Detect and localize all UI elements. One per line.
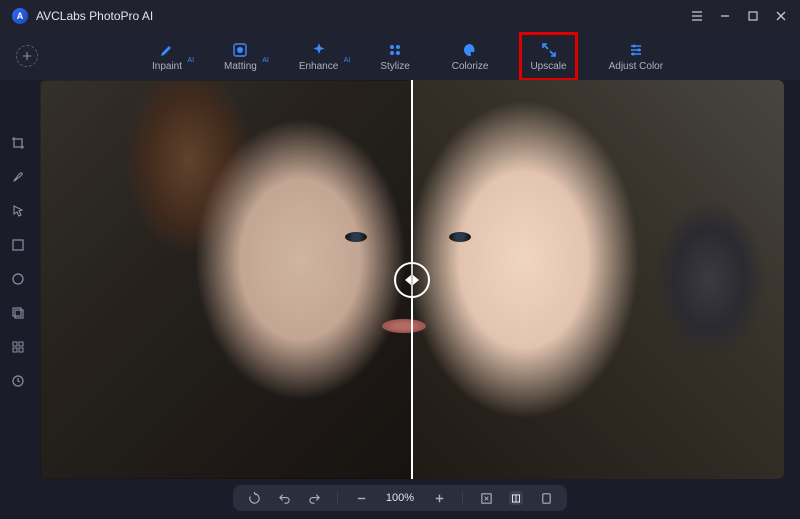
tool-matting[interactable]: MattingAI <box>218 37 263 76</box>
tool-group: InpaintAI MattingAI EnhanceAI Stylize Co… <box>146 37 669 76</box>
tool-colorize[interactable]: Colorize <box>446 37 495 76</box>
app-title: AVCLabs PhotoPro AI <box>36 9 153 23</box>
adjust-icon <box>627 41 645 59</box>
ai-badge: AI <box>262 57 269 64</box>
ellipse-select-tool[interactable] <box>10 271 26 287</box>
single-view-button[interactable] <box>539 491 553 505</box>
ai-badge: AI <box>187 57 194 64</box>
zoom-out-button[interactable] <box>354 491 368 505</box>
after-image <box>412 80 784 479</box>
before-image <box>40 80 412 479</box>
ai-badge: AI <box>344 57 351 64</box>
tool-label: Stylize <box>380 61 409 72</box>
work-area: 100% <box>0 80 800 519</box>
left-sidebar <box>4 135 32 389</box>
inpaint-icon <box>158 41 176 59</box>
arrow-right-icon <box>413 275 419 285</box>
tool-text: Enhance <box>299 61 338 72</box>
maximize-icon <box>747 10 759 22</box>
maximize-button[interactable] <box>746 9 760 23</box>
window-controls <box>690 9 788 23</box>
tool-adjust-color[interactable]: Adjust Color <box>603 37 669 76</box>
stylize-icon <box>386 41 404 59</box>
history-tool[interactable] <box>10 373 26 389</box>
main-toolbar: InpaintAI MattingAI EnhanceAI Stylize Co… <box>0 32 800 80</box>
tool-label: InpaintAI <box>152 61 182 72</box>
tool-upscale[interactable]: Upscale <box>524 37 572 76</box>
brush-tool[interactable] <box>10 169 26 185</box>
compare-slider-handle[interactable] <box>394 262 430 298</box>
compare-view-button[interactable] <box>509 491 523 505</box>
layers-tool[interactable] <box>10 305 26 321</box>
title-bar: A AVCLabs PhotoPro AI <box>0 0 800 32</box>
tool-label: Colorize <box>452 61 489 72</box>
minimize-icon <box>719 10 731 22</box>
matting-icon <box>231 41 249 59</box>
upscale-icon <box>540 41 558 59</box>
face-feature <box>449 232 471 242</box>
tool-stylize[interactable]: Stylize <box>374 37 415 76</box>
tool-label: EnhanceAI <box>299 61 338 72</box>
tool-label: Adjust Color <box>609 61 663 72</box>
arrow-left-icon <box>405 275 411 285</box>
colorize-icon <box>461 41 479 59</box>
zoom-in-button[interactable] <box>432 491 446 505</box>
bottom-bar: 100% <box>0 485 800 511</box>
title-bar-left: A AVCLabs PhotoPro AI <box>12 8 153 24</box>
plus-icon <box>22 51 32 61</box>
add-image-button[interactable] <box>16 45 38 67</box>
rect-select-tool[interactable] <box>10 237 26 253</box>
close-icon <box>775 10 787 22</box>
tool-text: Inpaint <box>152 61 182 72</box>
tool-label: MattingAI <box>224 61 257 72</box>
face-feature <box>345 232 367 242</box>
separator <box>462 491 463 505</box>
redo-button[interactable] <box>307 491 321 505</box>
hamburger-icon <box>691 10 703 22</box>
zoom-level: 100% <box>384 492 416 504</box>
close-button[interactable] <box>774 9 788 23</box>
tool-inpaint[interactable]: InpaintAI <box>146 37 188 76</box>
fit-button[interactable] <box>479 491 493 505</box>
tool-text: Matting <box>224 61 257 72</box>
tool-label: Upscale <box>530 61 566 72</box>
grid-tool[interactable] <box>10 339 26 355</box>
app-logo-icon: A <box>12 8 28 24</box>
enhance-icon <box>310 41 328 59</box>
minimize-button[interactable] <box>718 9 732 23</box>
menu-button[interactable] <box>690 9 704 23</box>
undo-button[interactable] <box>277 491 291 505</box>
pointer-tool[interactable] <box>10 203 26 219</box>
image-canvas[interactable] <box>40 80 784 479</box>
separator <box>337 491 338 505</box>
reset-button[interactable] <box>247 491 261 505</box>
bottom-bar-inner: 100% <box>233 485 567 511</box>
tool-enhance[interactable]: EnhanceAI <box>293 37 344 76</box>
crop-tool[interactable] <box>10 135 26 151</box>
